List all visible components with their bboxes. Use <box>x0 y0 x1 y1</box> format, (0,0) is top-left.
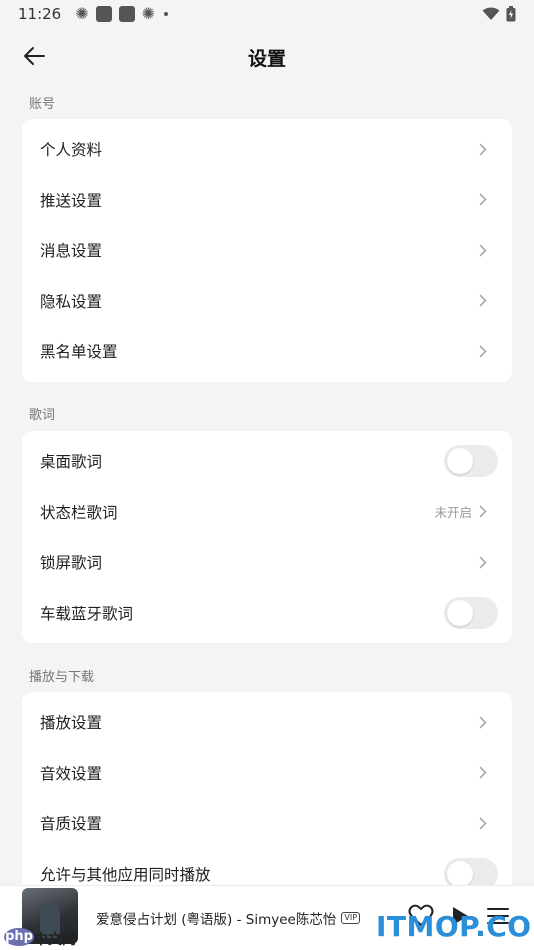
row-label: 允许与其他应用同时播放 <box>40 865 211 884</box>
vip-badge: VIP <box>341 912 361 924</box>
row-label: 个人资料 <box>40 141 103 160</box>
app-header: 设置 <box>0 30 534 82</box>
row-value: 未开启 <box>434 505 472 521</box>
app-notification-icon <box>118 6 135 22</box>
chevron-right-icon <box>478 766 488 780</box>
section-label-lyrics: 歌词 <box>29 408 56 423</box>
row-label: 推送设置 <box>40 191 103 210</box>
chevron-right-icon <box>478 243 488 257</box>
row-label: 音质设置 <box>40 815 103 834</box>
settings-row-desktop-lyrics: 桌面歌词 <box>22 436 512 487</box>
row-label: 状态栏歌词 <box>40 503 118 522</box>
settings-row-privacy[interactable]: 隐私设置 <box>22 276 512 327</box>
chevron-right-icon <box>478 344 488 358</box>
status-bar: 11:26 ✺ ✺ <box>0 0 534 28</box>
now-playing-title[interactable]: 爱意侵占计划 (粤语版) - Simyee陈芯怡 VIP <box>96 908 361 928</box>
aperture-icon: ✺ <box>75 4 89 23</box>
settings-row-profile[interactable]: 个人资料 <box>22 124 512 175</box>
toggle-knob <box>447 860 473 887</box>
settings-row-sound-quality[interactable]: 音质设置 <box>22 798 512 849</box>
song-title: 爱意侵占计划 (粤语版) - Simyee陈芯怡 <box>96 912 337 928</box>
row-label: 播放设置 <box>40 714 103 733</box>
page-title: 设置 <box>247 48 286 70</box>
section-label-playback: 播放与下载 <box>29 670 95 685</box>
playback-settings-card: 播放设置 音效设置 音质设置 允许与其他应用同时播放 <box>22 692 512 902</box>
row-label: 锁屏歌词 <box>40 554 103 573</box>
account-settings-card: 个人资料 推送设置 消息设置 隐私设置 黑名单设置 <box>22 119 512 382</box>
row-label: 桌面歌词 <box>40 453 103 472</box>
aperture-icon: ✺ <box>141 4 156 23</box>
php-logo-watermark: php <box>4 928 34 946</box>
chevron-right-icon <box>478 142 488 156</box>
toggle-knob <box>447 448 473 475</box>
car-bluetooth-lyrics-toggle[interactable] <box>444 596 498 629</box>
row-label: 车载蓝牙歌词 <box>40 604 134 623</box>
chevron-right-icon <box>478 555 488 569</box>
settings-row-lockscreen-lyrics[interactable]: 锁屏歌词 <box>22 537 512 588</box>
itmop-watermark: ITMOP.COM <box>376 910 534 943</box>
row-label: 音效设置 <box>40 764 103 783</box>
chevron-right-icon <box>478 505 488 519</box>
settings-row-statusbar-lyrics[interactable]: 状态栏歌词 未开启 <box>22 487 512 538</box>
lyrics-settings-card: 桌面歌词 状态栏歌词 未开启 锁屏歌词 车载蓝牙歌词 <box>22 431 512 643</box>
php-cn-watermark: 中文网 <box>34 932 76 948</box>
more-notifications-dot <box>164 12 169 16</box>
app-notification-icon <box>95 6 112 22</box>
chevron-right-icon <box>478 294 488 308</box>
settings-row-sound-effects[interactable]: 音效设置 <box>22 748 512 799</box>
chevron-right-icon <box>478 715 488 729</box>
row-label: 黑名单设置 <box>40 343 118 362</box>
row-label: 消息设置 <box>40 242 103 261</box>
settings-row-playback[interactable]: 播放设置 <box>22 697 512 748</box>
chevron-right-icon <box>478 193 488 207</box>
desktop-lyrics-toggle[interactable] <box>444 445 498 478</box>
battery-icon <box>506 6 516 22</box>
notification-icons: ✺ ✺ <box>75 4 169 23</box>
settings-row-push[interactable]: 推送设置 <box>22 175 512 226</box>
settings-row-blacklist[interactable]: 黑名单设置 <box>22 326 512 377</box>
settings-row-messages[interactable]: 消息设置 <box>22 225 512 276</box>
settings-row-car-bluetooth-lyrics: 车载蓝牙歌词 <box>22 588 512 639</box>
status-time: 11:26 <box>18 5 62 23</box>
wifi-icon <box>482 7 500 20</box>
section-label-account: 账号 <box>29 97 56 112</box>
chevron-right-icon <box>478 816 488 830</box>
toggle-knob <box>447 599 473 626</box>
row-label: 隐私设置 <box>40 292 103 311</box>
